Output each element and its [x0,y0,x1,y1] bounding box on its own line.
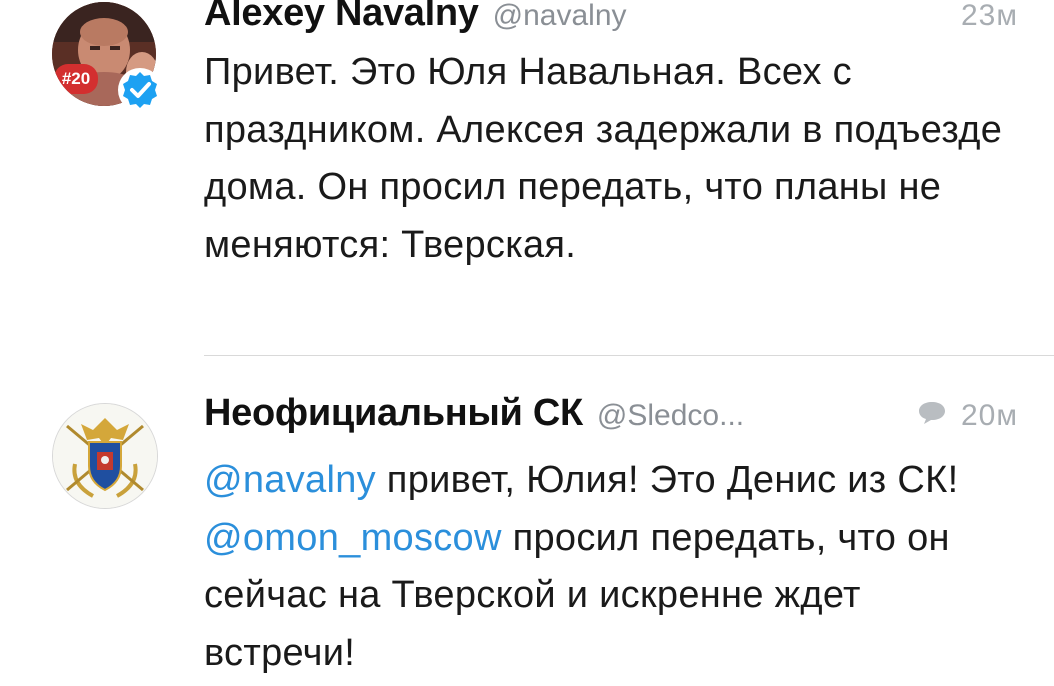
emblem-icon [53,404,157,508]
tweet-header: Неофициальный СК @Sledco... 20м [204,392,1018,435]
avatar-sledco[interactable] [52,403,158,509]
author-handle[interactable]: @Sledco... [597,399,744,433]
mention-link-omon[interactable]: @omon_moscow [204,517,502,559]
mention-link-navalny[interactable]: @navalny [204,459,376,501]
tweet-sledco[interactable]: Неофициальный СК @Sledco... 20м @navalny… [0,358,1054,686]
tweet-text: Привет. Это Юля Навальная. Всех с праздн… [204,51,1003,266]
tweet-time: 23м [961,0,1018,32]
avatar-badge: #20 [54,64,98,94]
tweet-time: 20м [961,399,1018,432]
verified-badge-icon [118,68,162,112]
tweet-navalny[interactable]: #20 Alexey Navalny @navalny 23м Привет. … [0,0,1054,340]
tweet-divider [204,355,1054,356]
author-handle[interactable]: @navalny [493,0,627,33]
reply-bubble-icon[interactable] [917,399,947,430]
text-segment: привет, Юлия! Это Денис из СК! [375,459,959,501]
tweet-header: Alexey Navalny @navalny 23м [204,0,1018,35]
author-name[interactable]: Неофициальный СК [204,392,583,435]
tweet-text: @navalny привет, Юлия! Это Денис из СК! … [204,452,1014,682]
author-name[interactable]: Alexey Navalny [204,0,479,35]
